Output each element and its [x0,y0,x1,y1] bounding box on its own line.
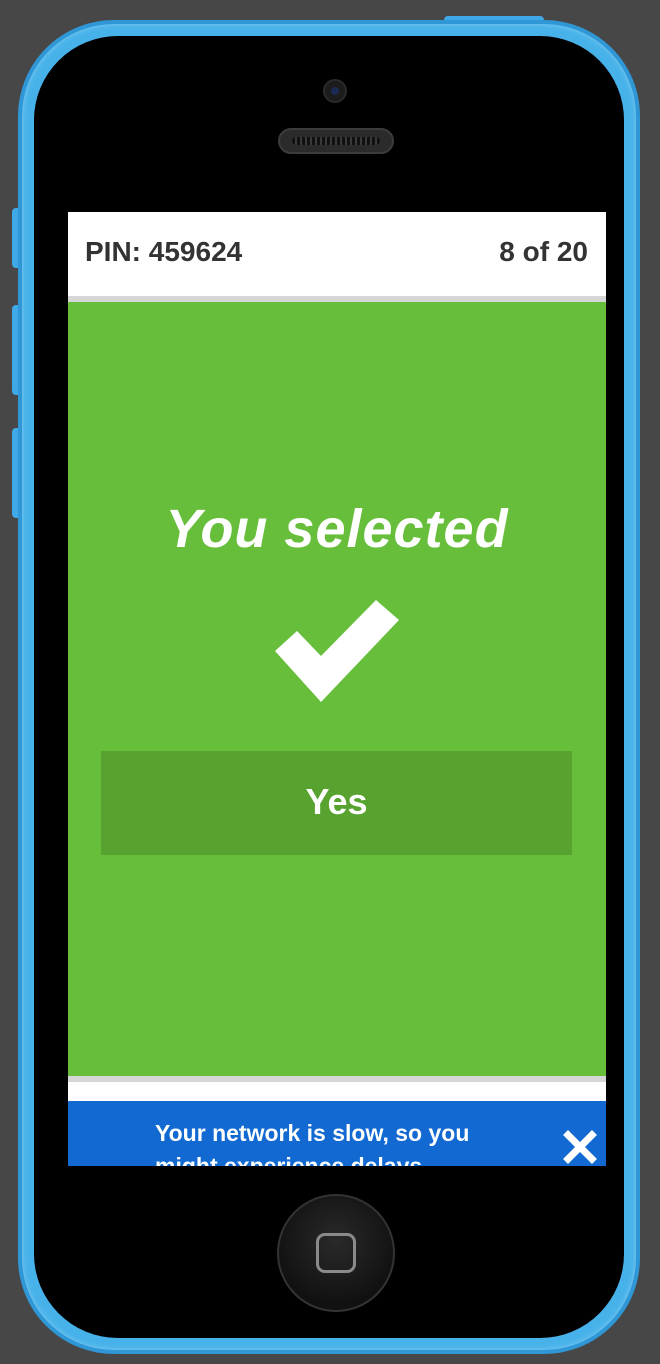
game-pin: PIN: 459624 [85,236,243,267]
earpiece-speaker [278,128,394,154]
front-camera [323,79,347,103]
home-square-icon [316,1233,356,1273]
question-progress: 8 of 20 [499,236,588,267]
bottom-spacer [68,1082,606,1101]
selected-answer-label: Yes [305,781,368,822]
close-icon[interactable] [562,1129,598,1165]
device-stage: PIN: 459624 8 of 20 You selected Yes You… [0,0,660,1364]
selected-answer: Yes [101,751,572,855]
answer-result-panel: You selected Yes [68,302,606,1076]
result-heading: You selected [165,499,509,559]
home-button[interactable] [277,1194,395,1312]
network-warning-message: Your network is slow, so you might exper… [155,1120,470,1166]
phone-screen: PIN: 459624 8 of 20 You selected Yes You… [68,212,606,1166]
checkmark-icon [275,600,399,702]
network-warning-toast: Your network is slow, so you might exper… [68,1101,606,1166]
top-bar: PIN: 459624 8 of 20 [68,212,606,296]
